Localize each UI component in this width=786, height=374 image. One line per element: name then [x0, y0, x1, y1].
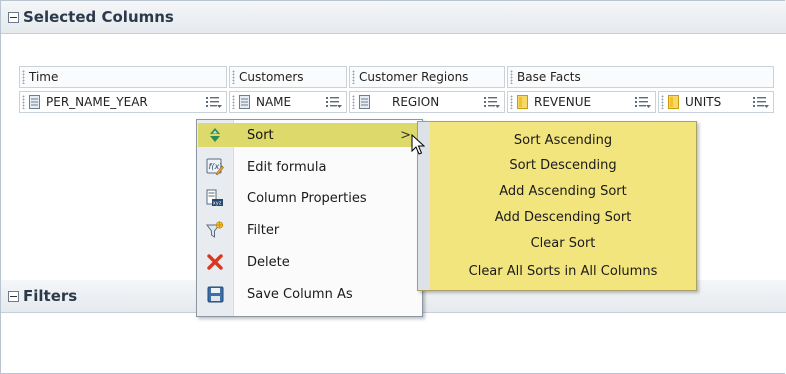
column-label: REGION: [392, 95, 440, 109]
column-label: PER_NAME_YEAR: [46, 95, 148, 109]
filter-icon: [206, 221, 224, 239]
menu-item-label: Column Properties: [247, 190, 367, 206]
menu-item-filter[interactable]: Filter: [198, 218, 421, 242]
delete-icon: [206, 253, 224, 271]
save-icon: [206, 285, 224, 303]
collapse-icon[interactable]: [8, 290, 19, 302]
menu-item-label: Delete: [247, 254, 290, 270]
column-region[interactable]: REGION: [349, 91, 505, 113]
attribute-column-icon: [359, 95, 370, 109]
menu-item-delete[interactable]: Delete: [198, 250, 421, 274]
group-header-customer-regions[interactable]: Customer Regions: [349, 66, 505, 88]
submenu-item-clear-sort[interactable]: Clear Sort: [430, 231, 696, 255]
submenu-item-sort-descending[interactable]: Sort Descending: [430, 153, 696, 177]
submenu-arrow-icon: >: [400, 127, 411, 143]
menu-item-edit-formula[interactable]: f(x) Edit formula: [198, 155, 421, 179]
column-name[interactable]: NAME: [229, 91, 347, 113]
menu-item-label: Save Column As: [247, 286, 353, 302]
column-label: REVENUE: [534, 95, 592, 109]
selected-columns-header[interactable]: Selected Columns: [1, 1, 786, 34]
collapse-icon[interactable]: [8, 11, 19, 23]
group-header-row: Time Customers Customer Regions Base Fac…: [19, 66, 774, 88]
column-row: PER_NAME_YEAR NAME REGION REVENUE UNITS: [19, 91, 774, 113]
column-label: UNITS: [685, 95, 722, 109]
attribute-column-icon: [239, 95, 250, 109]
svg-text:xyz: xyz: [213, 201, 222, 207]
selected-columns-title: Selected Columns: [23, 8, 174, 26]
column-menu-icon[interactable]: [484, 96, 500, 108]
group-header-time[interactable]: Time: [19, 66, 227, 88]
column-properties-icon: xyz: [206, 189, 224, 207]
column-per-name-year[interactable]: PER_NAME_YEAR: [19, 91, 227, 113]
menu-item-label: Edit formula: [247, 159, 327, 175]
column-context-menu: Sort > f(x) Edit formula xyz Column Prop…: [196, 119, 423, 317]
menu-item-label: Filter: [247, 222, 280, 238]
column-menu-icon[interactable]: [206, 96, 222, 108]
measure-column-icon: [668, 95, 679, 109]
menu-item-column-properties[interactable]: xyz Column Properties: [198, 186, 421, 210]
column-menu-icon[interactable]: [635, 96, 651, 108]
submenu-item-clear-all-sorts[interactable]: Clear All Sorts in All Columns: [430, 259, 696, 283]
group-header-customers[interactable]: Customers: [229, 66, 347, 88]
column-menu-icon[interactable]: [326, 96, 342, 108]
sort-submenu: Sort Ascending Sort Descending Add Ascen…: [417, 121, 697, 291]
column-units[interactable]: UNITS: [658, 91, 774, 113]
submenu-item-sort-ascending[interactable]: Sort Ascending: [430, 128, 696, 152]
group-header-base-facts[interactable]: Base Facts: [507, 66, 774, 88]
measure-column-icon: [517, 95, 528, 109]
mouse-cursor-icon: [411, 134, 425, 155]
attribute-column-icon: [29, 95, 40, 109]
column-label: NAME: [256, 95, 292, 109]
submenu-item-add-descending-sort[interactable]: Add Descending Sort: [430, 205, 696, 229]
sort-icon: [206, 126, 224, 144]
menu-item-save-column-as[interactable]: Save Column As: [198, 282, 421, 306]
menu-item-sort[interactable]: Sort >: [198, 123, 421, 147]
edit-formula-icon: f(x): [206, 158, 224, 176]
filters-title: Filters: [23, 287, 78, 305]
column-revenue[interactable]: REVENUE: [507, 91, 656, 113]
column-menu-icon[interactable]: [753, 96, 769, 108]
menu-item-label: Sort: [247, 127, 274, 143]
submenu-item-add-ascending-sort[interactable]: Add Ascending Sort: [430, 179, 696, 203]
